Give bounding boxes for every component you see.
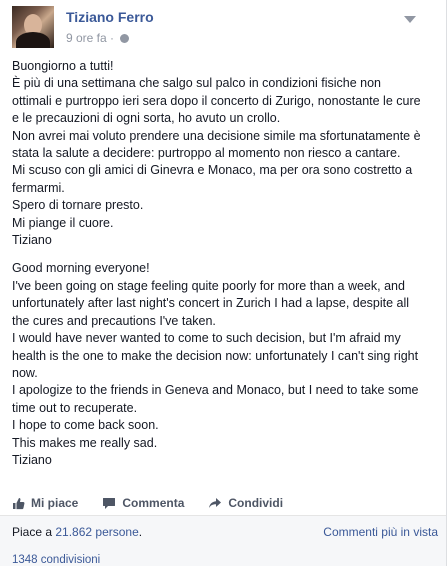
- post-line: Mi piange il cuore.: [12, 215, 114, 230]
- likes-summary: Piace a 21.862 persone.: [12, 525, 142, 539]
- share-icon: [209, 497, 222, 508]
- likes-bar: Piace a 21.862 persone. Commenti più in …: [0, 515, 446, 549]
- post-line: time out to recuperate.: [12, 400, 138, 415]
- share-label: Condividi: [228, 496, 284, 510]
- avatar-body: [16, 32, 50, 48]
- post-line: unfortunately after last night's concert…: [12, 296, 410, 311]
- thumbs-up-icon: [13, 497, 25, 509]
- likes-count-link[interactable]: 21.862 persone: [55, 525, 138, 539]
- comment-label: Commenta: [122, 496, 185, 510]
- post-line: Non avrei mai voluto prendere una decisi…: [12, 128, 421, 143]
- post-paragraph-english: Good morning everyone! I've been going o…: [12, 260, 437, 469]
- post-line: I've been going on stage feeling quite p…: [12, 278, 405, 293]
- post-line: the cures and precautions I've taken.: [12, 313, 216, 328]
- comments-sort-link[interactable]: Commenti più in vista: [323, 525, 438, 539]
- post-timestamp[interactable]: 9 ore fa: [66, 31, 107, 45]
- post-meta: 9 ore fa ·: [66, 31, 130, 45]
- post-line: This makes me really sad.: [12, 435, 158, 450]
- author-name[interactable]: Tiziano Ferro: [66, 9, 154, 25]
- post-line: now.: [12, 365, 38, 380]
- post-line: I would have never wanted to come to suc…: [12, 331, 401, 346]
- post-paragraph-italian: Buongiorno a tutti! È più di una settima…: [12, 58, 437, 249]
- post-actions: Mi piace Commenta Condividi: [12, 494, 307, 512]
- post-line: È più di una settimana che salgo sul pal…: [12, 76, 381, 91]
- post-line: Tiziano: [12, 233, 52, 248]
- post-line: e le precauzioni di ogni sorta, ho avuto…: [12, 111, 281, 126]
- post-line: Buongiorno a tutti!: [12, 59, 114, 73]
- post-line: Mi scuso con gli amici di Ginevra e Mona…: [12, 163, 413, 178]
- post-line: I apologize to the friends in Geneva and…: [12, 383, 419, 398]
- shares-bar: 1348 condivisioni: [0, 548, 446, 566]
- post-line: fermarmi.: [12, 180, 65, 195]
- comment-icon: [103, 497, 116, 509]
- likes-suffix: .: [138, 525, 143, 539]
- post-line: Spero di tornare presto.: [12, 198, 144, 213]
- globe-icon: [120, 34, 130, 43]
- shares-count-link[interactable]: 1348 condivisioni: [12, 554, 100, 566]
- avatar[interactable]: [12, 6, 54, 48]
- post-line: ottimali e purtroppo ieri sera dopo il c…: [12, 93, 421, 108]
- likes-prefix: Piace a: [12, 525, 56, 539]
- post-line: I hope to come back soon.: [12, 418, 159, 433]
- post-content: Buongiorno a tutti! È più di una settima…: [12, 58, 437, 480]
- post-line: health is the one to make the decision n…: [12, 348, 419, 363]
- share-button[interactable]: Condividi: [208, 494, 283, 512]
- like-button[interactable]: Mi piace: [12, 494, 78, 512]
- facebook-post: Tiziano Ferro 9 ore fa · Buongiorno a tu…: [0, 0, 447, 566]
- post-line: Tiziano: [12, 452, 52, 467]
- chevron-down-icon[interactable]: [404, 16, 416, 23]
- post-line: Good morning everyone!: [12, 261, 150, 276]
- post-line: stata la salute a decidere: purtroppo al…: [12, 146, 401, 161]
- post-header: Tiziano Ferro 9 ore fa ·: [12, 6, 432, 48]
- comment-button[interactable]: Commenta: [102, 494, 184, 512]
- like-label: Mi piace: [31, 496, 79, 510]
